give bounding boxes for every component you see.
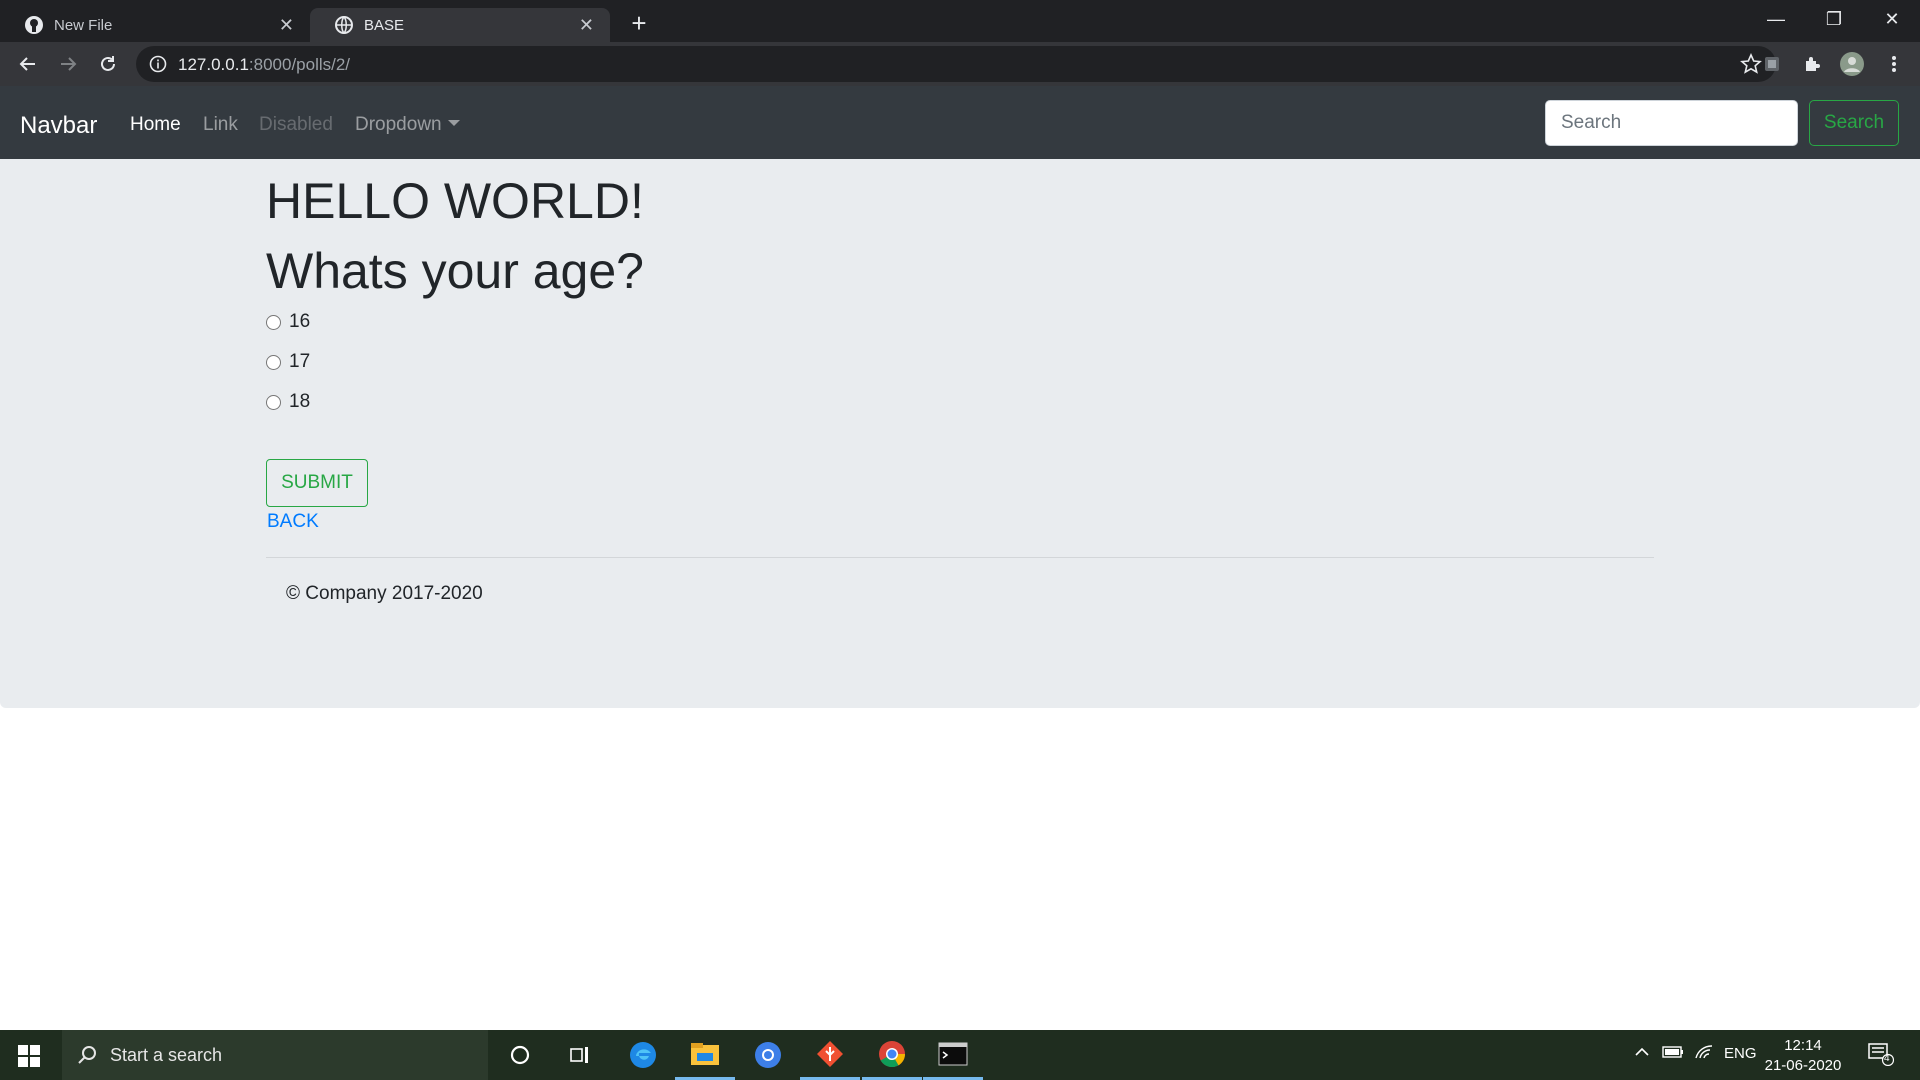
notification-count: 4 [1884, 1053, 1890, 1064]
close-icon[interactable]: ✕ [579, 15, 594, 36]
search-button[interactable]: Search [1809, 100, 1899, 146]
extension-icon[interactable] [1758, 50, 1786, 78]
radio-button[interactable] [266, 314, 281, 330]
page-heading: HELLO WORLD! [266, 173, 644, 229]
chevron-up-icon[interactable] [1634, 1044, 1650, 1064]
poll-question: Whats your age? [266, 243, 644, 299]
tab-base[interactable]: BASE ✕ [310, 8, 610, 42]
navbar-brand[interactable]: Navbar [20, 112, 97, 140]
choice-label: 17 [289, 351, 311, 372]
url-text: 127.0.0.1:8000/polls/2/ [178, 55, 351, 74]
choice-16[interactable]: 16 [266, 311, 310, 333]
clock-time: 12:14 [1784, 1037, 1822, 1054]
puzzle-icon[interactable] [1798, 50, 1826, 78]
choice-label: 18 [289, 391, 311, 412]
taskbar: Start a search ENG 12:14 21-06-2020 4 [0, 1030, 1920, 1080]
chrome-icon[interactable] [862, 1030, 922, 1080]
file-explorer-icon[interactable] [675, 1030, 735, 1080]
menu-kebab-icon[interactable] [1880, 50, 1908, 78]
nav-home[interactable]: Home [130, 114, 181, 136]
address-bar[interactable]: 127.0.0.1:8000/polls/2/ [136, 46, 1776, 82]
close-icon[interactable]: ✕ [279, 15, 294, 36]
task-view-icon[interactable] [550, 1030, 610, 1080]
avatar[interactable] [1838, 50, 1866, 78]
page-content: Navbar Home Link Disabled Dropdown Searc… [0, 86, 1920, 708]
forward-arrow-icon[interactable] [54, 50, 82, 78]
tab-title: New File [54, 16, 113, 34]
tab-new-file[interactable]: New File ✕ [0, 8, 310, 42]
wifi-icon[interactable] [1694, 1044, 1714, 1064]
nav-disabled: Disabled [259, 114, 333, 135]
caret-down-icon [447, 120, 460, 126]
chrome-alt-icon[interactable] [738, 1030, 798, 1080]
footer-divider [266, 557, 1654, 558]
back-arrow-icon[interactable] [14, 50, 42, 78]
battery-icon[interactable] [1662, 1044, 1684, 1064]
windows-start-icon[interactable] [18, 1045, 40, 1067]
new-tab-icon[interactable]: + [624, 8, 654, 38]
search-icon [76, 1044, 98, 1066]
github-icon [24, 15, 44, 35]
footer-copyright: © Company 2017-2020 [286, 583, 483, 604]
back-link[interactable]: BACK [267, 511, 319, 533]
globe-icon [334, 15, 354, 35]
choice-17[interactable]: 17 [266, 351, 310, 373]
minimize-icon[interactable]: — [1748, 4, 1804, 34]
browser-toolbar: 127.0.0.1:8000/polls/2/ [0, 42, 1920, 86]
nav-link[interactable]: Link [203, 114, 238, 136]
search-input[interactable] [1545, 100, 1798, 146]
taskbar-search-placeholder: Start a search [110, 1044, 223, 1065]
nav-dropdown[interactable]: Dropdown [355, 114, 460, 136]
clock[interactable]: 12:14 21-06-2020 [1758, 1036, 1848, 1076]
notification-icon[interactable]: 4 [1868, 1042, 1895, 1070]
choice-label: 16 [289, 311, 311, 332]
info-icon[interactable] [148, 54, 168, 74]
git-icon[interactable] [800, 1030, 860, 1080]
choice-18[interactable]: 18 [266, 391, 310, 413]
radio-button[interactable] [266, 394, 281, 410]
language-indicator[interactable]: ENG [1724, 1045, 1757, 1062]
nav-dropdown-label: Dropdown [355, 114, 442, 135]
close-window-icon[interactable]: ✕ [1864, 4, 1920, 34]
cortana-icon[interactable] [490, 1030, 550, 1080]
submit-button[interactable]: SUBMIT [266, 459, 368, 507]
tab-title: BASE [364, 16, 405, 34]
edge-icon[interactable] [613, 1030, 673, 1080]
site-navbar: Navbar Home Link Disabled Dropdown Searc… [0, 86, 1920, 159]
reload-icon[interactable] [94, 50, 122, 78]
restore-icon[interactable]: ❐ [1806, 4, 1862, 34]
terminal-icon[interactable] [923, 1030, 983, 1080]
taskbar-search[interactable]: Start a search [62, 1030, 488, 1080]
radio-button[interactable] [266, 354, 281, 370]
browser-tab-strip: New File ✕ BASE ✕ + — ❐ ✕ [0, 0, 1920, 42]
clock-date: 21-06-2020 [1764, 1057, 1842, 1074]
